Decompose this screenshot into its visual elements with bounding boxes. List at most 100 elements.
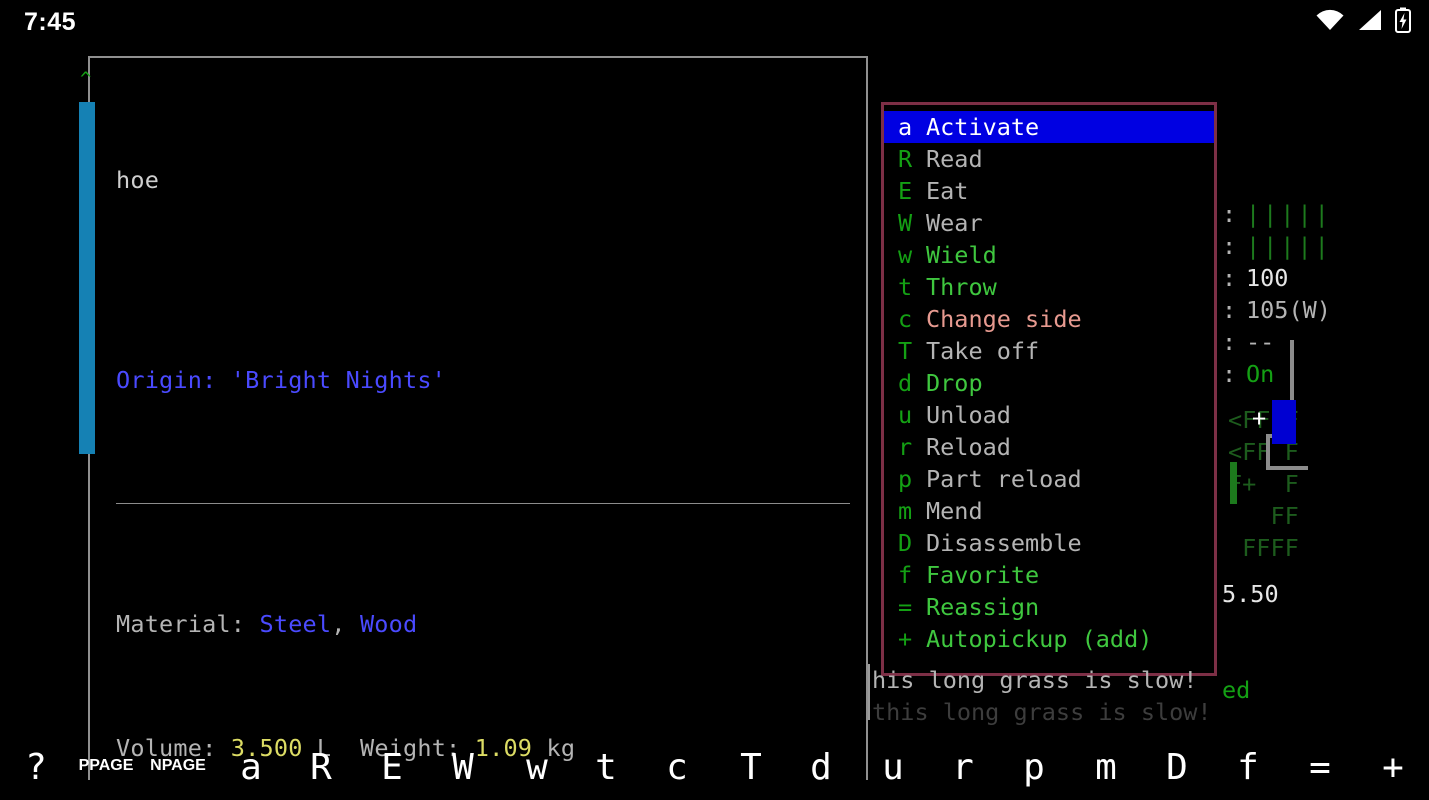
origin-line: Origin: 'Bright Nights' [116, 365, 850, 396]
key-m[interactable]: m [1072, 750, 1140, 786]
menu-item-autopickup-add[interactable]: + Autopickup (add) [884, 623, 1214, 655]
menu-item-wield[interactable]: w Wield [884, 239, 1214, 271]
menu-item-activate[interactable]: a Activate [884, 111, 1214, 143]
material-value-b: Wood [359, 610, 418, 638]
scrollbar[interactable] [79, 102, 95, 454]
menu-item-hotkey: R [898, 145, 913, 173]
menu-item-hotkey: r [898, 433, 913, 461]
key-f[interactable]: f [1214, 750, 1282, 786]
app-screen: 7:45 ^ hoe Origin: 'Bright Nights' Mater… [0, 0, 1429, 800]
menu-item-label: Unload [926, 401, 1011, 429]
key-t[interactable]: T [717, 750, 785, 786]
menu-item-eat[interactable]: E Eat [884, 175, 1214, 207]
menu-item-hotkey: a [898, 113, 913, 141]
key-u[interactable]: u [859, 750, 927, 786]
menu-item-label: Wear [926, 209, 983, 237]
map-green-marker [1230, 462, 1237, 504]
key-w[interactable]: w [503, 750, 571, 786]
key-+[interactable]: + [1359, 750, 1427, 786]
key-?[interactable]: ? [2, 750, 70, 786]
key-e[interactable]: E [358, 750, 426, 786]
menu-item-hotkey: w [898, 241, 913, 269]
menu-item-mend[interactable]: m Mend [884, 495, 1214, 527]
map-row: F+ F [1228, 470, 1299, 498]
item-action-menu[interactable]: a Activate R Read E Eat W Wear w Wield t Throw c Chan… [881, 102, 1217, 676]
menu-item-hotkey: t [898, 273, 913, 301]
menu-item-label: Drop [926, 369, 983, 397]
status-system-icons [1315, 7, 1411, 37]
origin-label: Origin: [116, 366, 217, 394]
key-c[interactable]: c [643, 750, 711, 786]
menu-item-favorite[interactable]: f Favorite [884, 559, 1214, 591]
key-ppage[interactable]: PPAGE [72, 758, 140, 774]
menu-item-hotkey: D [898, 529, 913, 557]
menu-item-unload[interactable]: u Unload [884, 399, 1214, 431]
origin-value: 'Bright Nights' [230, 366, 447, 394]
status-row-value: ||||| [1246, 232, 1332, 260]
key-npage[interactable]: NPAGE [144, 758, 212, 774]
menu-item-label: Reload [926, 433, 1011, 461]
menu-item-drop[interactable]: d Drop [884, 367, 1214, 399]
status-row-value: ||||| [1246, 200, 1332, 228]
map-cursor-highlight [1272, 400, 1296, 444]
map-row: <FF F [1228, 438, 1299, 466]
key-d[interactable]: D [1143, 750, 1211, 786]
status-row-colon: : [1222, 200, 1237, 228]
menu-item-label: Wield [926, 241, 997, 269]
menu-item-throw[interactable]: t Throw [884, 271, 1214, 303]
menu-item-label: Reassign [926, 593, 1040, 621]
menu-item-hotkey: T [898, 337, 913, 365]
status-row-value: 105(W) [1246, 296, 1331, 324]
menu-item-change-side[interactable]: c Change side [884, 303, 1214, 335]
menu-item-label: Activate [926, 113, 1040, 141]
divider [116, 503, 850, 504]
menu-item-hotkey: m [898, 497, 913, 525]
menu-item-reassign[interactable]: = Reassign [884, 591, 1214, 623]
key-r[interactable]: R [287, 750, 355, 786]
scrollbar-thumb[interactable] [79, 102, 95, 454]
menu-item-hotkey: E [898, 177, 913, 205]
menu-item-hotkey: = [898, 593, 913, 621]
scroll-up-icon[interactable]: ^ [80, 70, 91, 89]
menu-item-reload[interactable]: r Reload [884, 431, 1214, 463]
map-cursor-icon: + [1252, 404, 1267, 432]
menu-item-label: Eat [926, 177, 969, 205]
material-line: Material: Steel, Wood [116, 609, 850, 640]
map-fragment[interactable]: <FF F <FF F F+ F FF FFFF + [1228, 340, 1428, 562]
menu-item-hotkey: d [898, 369, 913, 397]
menu-item-wear[interactable]: W Wear [884, 207, 1214, 239]
menu-item-label: Change side [926, 305, 1082, 333]
item-name: hoe [116, 166, 160, 194]
status-row: : ||||| [1222, 198, 1429, 230]
menu-item-take-off[interactable]: T Take off [884, 335, 1214, 367]
key-d[interactable]: d [787, 750, 855, 786]
material-value-a: Steel [259, 610, 332, 638]
menu-item-disassemble[interactable]: D Disassemble [884, 527, 1214, 559]
menu-item-label: Throw [926, 273, 997, 301]
key-r[interactable]: r [929, 750, 997, 786]
menu-item-hotkey: + [898, 625, 913, 653]
game-terminal: ^ hoe Origin: 'Bright Nights' Material: … [0, 44, 1429, 800]
key-a[interactable]: a [217, 750, 285, 786]
item-info-window: ^ hoe Origin: 'Bright Nights' Material: … [72, 56, 868, 780]
key-=[interactable]: = [1286, 750, 1354, 786]
menu-item-read[interactable]: R Read [884, 143, 1214, 175]
map-wall-horizontal-2 [1266, 466, 1308, 470]
status-row-colon: : [1222, 232, 1237, 260]
status-row-colon: : [1222, 264, 1237, 292]
key-t[interactable]: t [572, 750, 640, 786]
menu-item-label: Read [926, 145, 983, 173]
material-separator: , [331, 610, 360, 638]
key-p[interactable]: p [1000, 750, 1068, 786]
material-label: Material: [116, 610, 246, 638]
android-status-bar: 7:45 [0, 0, 1429, 44]
menu-item-label: Disassemble [926, 529, 1082, 557]
onscreen-key-overlay[interactable]: ? PPAGE NPAGE a R E Ww t c Td u r p m Df = + [0, 712, 1429, 800]
status-row: :105(W) [1222, 294, 1429, 326]
menu-item-part-reload[interactable]: p Part reload [884, 463, 1214, 495]
status-row: : ||||| [1222, 230, 1429, 262]
map-wall-vertical-2 [1266, 434, 1270, 470]
key-w[interactable]: W [429, 750, 497, 786]
menu-item-hotkey: p [898, 465, 913, 493]
